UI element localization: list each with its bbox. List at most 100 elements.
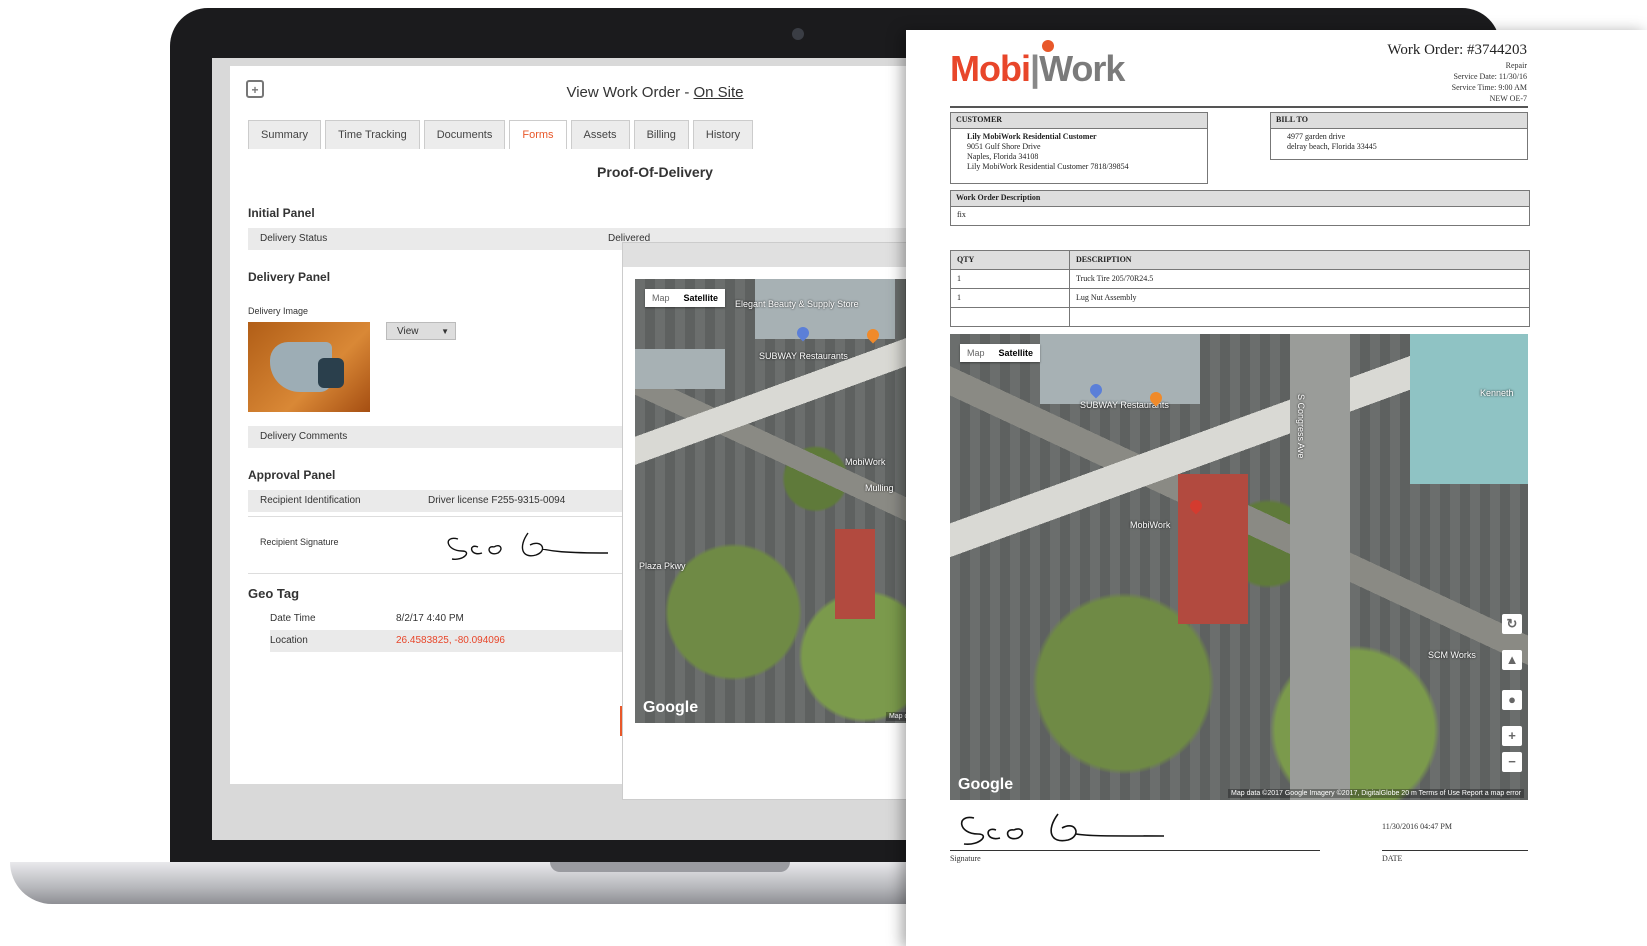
delivery-panel-heading: Delivery Panel — [248, 270, 331, 284]
signature-line — [950, 850, 1320, 851]
meta-line: Service Time: 9:00 AM — [1451, 83, 1527, 92]
map-building — [1040, 334, 1200, 404]
qty-header: QTY — [951, 251, 1070, 269]
tab-bar: Summary Time Tracking Documents Forms As… — [248, 120, 754, 149]
tab-assets[interactable]: Assets — [570, 120, 630, 149]
bill-to-box: BILL TO 4977 garden drive delray beach, … — [1270, 112, 1528, 160]
map-label: Elegant Beauty & Supply Store — [735, 299, 859, 309]
work-order-number: Work Order: #3744203 — [1387, 42, 1527, 58]
geo-tag-heading: Geo Tag — [248, 586, 300, 601]
tab-billing[interactable]: Billing — [633, 120, 689, 149]
recipient-id-label: Recipient Identification — [260, 495, 361, 506]
header-divider — [950, 106, 1528, 108]
item-desc: Truck Tire 205/70R24.5 — [1076, 274, 1154, 283]
map-label: MobiWork — [1130, 520, 1171, 530]
customer-line: 9051 Gulf Shore Drive — [967, 142, 1041, 151]
tab-documents[interactable]: Documents — [423, 120, 506, 149]
table-row: 1 Truck Tire 205/70R24.5 — [951, 270, 1529, 289]
map-toggle-map[interactable]: Map — [645, 289, 677, 307]
logo-work: Work — [1039, 48, 1125, 89]
map-label: SUBWAY Restaurants — [759, 351, 848, 361]
item-qty: 1 — [951, 270, 1070, 288]
delivery-comments-row: Delivery Comments — [248, 426, 638, 448]
datetime-row: Date Time 8/2/17 4:40 PM — [270, 608, 638, 630]
map-toggle-satellite[interactable]: Satellite — [677, 289, 726, 307]
recipient-id-value: Driver license F255-9315-0094 — [428, 495, 566, 506]
mobiwork-logo: Mobi|Work — [950, 40, 1125, 90]
zoom-in-icon: + — [1502, 726, 1522, 746]
item-desc: Lug Nut Assembly — [1076, 293, 1137, 302]
map-type-toggle[interactable]: Map Satellite — [645, 289, 726, 307]
date-caption: DATE — [1382, 854, 1403, 863]
tab-time-tracking[interactable]: Time Tracking — [325, 120, 420, 149]
meta-line: Service Date: 11/30/16 — [1453, 72, 1527, 81]
tab-summary[interactable]: Summary — [248, 120, 322, 149]
tilt-icon: ▲ — [1502, 650, 1522, 670]
wo-description-value: fix — [957, 210, 966, 219]
document-signature — [960, 813, 1165, 845]
signature-label: Recipient Signature — [260, 537, 339, 547]
delivery-image[interactable] — [248, 322, 370, 412]
meta-line: Repair — [1505, 61, 1527, 70]
delivery-image-label: Delivery Image — [248, 306, 309, 316]
map-type-toggle: Map Satellite — [960, 344, 1041, 362]
map-attribution: Map data ©2017 Google Imagery ©2017, Dig… — [1228, 789, 1524, 798]
customer-body: Lily MobiWork Residential Customer 9051 … — [951, 129, 1207, 175]
signature-caption: Signature — [950, 854, 981, 863]
delivery-status-label: Delivery Status — [260, 233, 328, 244]
bill-to-line: 4977 garden drive — [1287, 132, 1346, 141]
map-toggle-map: Map — [967, 348, 985, 358]
table-header: QTY DESCRIPTION — [951, 251, 1529, 270]
date-value: 11/30/2016 04:47 PM — [1382, 822, 1452, 831]
customer-line: Lily MobiWork Residential Customer — [967, 132, 1097, 141]
google-logo: Google — [958, 776, 1014, 793]
base-notch — [550, 862, 790, 872]
description-header: DESCRIPTION — [1076, 255, 1132, 264]
title-separator: - — [684, 84, 690, 101]
tab-forms[interactable]: Forms — [509, 120, 567, 149]
map-building — [1410, 334, 1528, 484]
map-label: Kenneth — [1480, 388, 1514, 398]
item-qty: 1 — [951, 289, 1070, 307]
view-dropdown[interactable]: View ▼ — [386, 322, 456, 340]
laptop-screen: + View Work Order - On Site Summary Time… — [212, 58, 972, 840]
camera-icon — [792, 28, 804, 40]
table-row-empty — [951, 308, 1529, 326]
map-label: Mulling — [865, 483, 894, 493]
laptop-base — [10, 862, 1020, 904]
datetime-value: 8/2/17 4:40 PM — [396, 613, 464, 624]
map-toggle-satellite: Satellite — [998, 348, 1034, 358]
line-items-table: QTY DESCRIPTION 1 Truck Tire 205/70R24.5… — [950, 250, 1530, 327]
view-label: View — [397, 326, 419, 337]
approval-panel-heading: Approval Panel — [248, 468, 336, 482]
map-label: SCM Works — [1428, 650, 1476, 660]
table-row: 1 Lug Nut Assembly — [951, 289, 1529, 308]
customer-header: CUSTOMER — [951, 113, 1207, 129]
work-order-document: Mobi|Work Work Order: #3744203 Repair Se… — [906, 30, 1647, 946]
meta-line: NEW OE-7 — [1489, 94, 1527, 103]
scanner-handle — [318, 358, 344, 388]
bill-to-line: delray beach, Florida 33445 — [1287, 142, 1377, 151]
map-label: MobiWork — [845, 457, 886, 467]
recipient-id-row: Recipient Identification Driver license … — [248, 490, 638, 512]
wo-description-header: Work Order Description — [951, 191, 1529, 207]
date-line — [1382, 850, 1528, 851]
tab-history[interactable]: History — [692, 120, 754, 149]
location-label: Location — [270, 635, 308, 646]
logo-mobi: Mobi — [950, 48, 1031, 89]
signature-image — [447, 532, 609, 560]
bill-to-body: 4977 garden drive delray beach, Florida … — [1271, 129, 1527, 155]
customer-box: CUSTOMER Lily MobiWork Residential Custo… — [950, 112, 1208, 184]
work-order-meta: Repair Service Date: 11/30/16 Service Ti… — [1452, 60, 1527, 104]
rotate-icon: ↻ — [1502, 614, 1522, 634]
logo-dot — [1042, 40, 1054, 52]
initial-panel-heading: Initial Panel — [248, 206, 315, 220]
signature-row: Recipient Signature — [248, 516, 638, 574]
location-value[interactable]: 26.4583825, -80.094096 — [396, 630, 505, 652]
status-link[interactable]: On Site — [693, 84, 743, 101]
title-text: View Work Order — [566, 84, 681, 101]
chevron-down-icon: ▼ — [441, 327, 449, 336]
map-label: S Congress Ave — [1296, 394, 1306, 459]
zoom-out-icon: − — [1502, 752, 1522, 772]
delivery-comments-label: Delivery Comments — [260, 431, 348, 442]
